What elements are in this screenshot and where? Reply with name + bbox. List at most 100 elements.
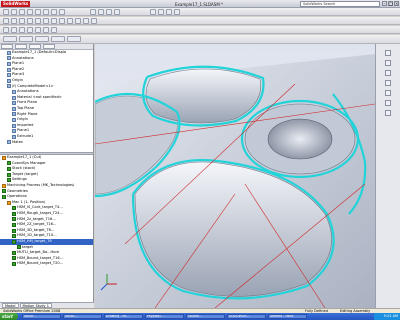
- operation-icon: [7, 161, 11, 166]
- feature-icon: [7, 84, 11, 89]
- feature-icon: [7, 56, 11, 61]
- feature-icon: [12, 123, 16, 128]
- taskbar-button[interactable]: SolidC...: [63, 314, 102, 319]
- search-pane-icon[interactable]: [385, 80, 391, 86]
- hide-show-icon[interactable]: [174, 9, 180, 15]
- maximize-button[interactable]: □: [388, 1, 393, 6]
- operation-icon: [7, 172, 11, 177]
- operation-icon: [7, 166, 11, 171]
- feature-icon: [12, 112, 16, 117]
- feature-icon: [7, 78, 11, 83]
- command-toolbar-2: [0, 17, 400, 25]
- circular-pocket: [267, 118, 333, 160]
- rectangle-icon[interactable]: [35, 18, 41, 24]
- rotate-icon[interactable]: [106, 9, 112, 15]
- operation-icon: [12, 206, 16, 211]
- open-icon[interactable]: [11, 9, 17, 15]
- feature-icon: [12, 89, 16, 94]
- configuration-tab-icon[interactable]: [29, 44, 41, 49]
- search-input[interactable]: SolidWorks Search: [300, 1, 380, 7]
- taskbar-button[interactable]: Pkygaqu...: [145, 314, 184, 319]
- taskbar-button[interactable]: SOLIDWOR...: [227, 314, 266, 319]
- appearances-icon[interactable]: [385, 100, 391, 106]
- trim-icon[interactable]: [59, 18, 65, 24]
- arc-icon[interactable]: [27, 18, 33, 24]
- close-button[interactable]: ×: [394, 1, 399, 6]
- command-toolbar-1: [0, 8, 400, 16]
- minimize-button[interactable]: –: [382, 1, 387, 6]
- cam-tab-icon[interactable]: [43, 44, 55, 49]
- circle-icon[interactable]: [19, 18, 25, 24]
- print-icon[interactable]: [27, 9, 33, 15]
- propertymanager-tab-icon[interactable]: [15, 44, 27, 49]
- options-icon[interactable]: [59, 9, 65, 15]
- taskbar-button[interactable]: Solidfo...: [186, 314, 225, 319]
- featuremanager-tab-icon[interactable]: [1, 44, 13, 49]
- operation-icon: [12, 250, 16, 255]
- windows-taskbar: start Solidr... SolidC... Drawing - Mi... P…: [0, 313, 400, 320]
- rebuild-icon[interactable]: [51, 9, 57, 15]
- cam-target-icon[interactable]: [43, 27, 49, 33]
- feature-icon: [7, 67, 11, 72]
- operation-icon: [12, 234, 16, 239]
- cam-stock-icon[interactable]: [35, 27, 41, 33]
- tab-sketch[interactable]: [35, 36, 49, 42]
- cam-tool-icon[interactable]: [27, 27, 33, 33]
- feature-icon: [7, 140, 11, 145]
- operation-icon: [7, 178, 11, 183]
- feature-tree: Example17_1 (Default<Displa Annotations Pl…: [0, 50, 93, 152]
- resources-icon[interactable]: [385, 50, 391, 56]
- tab-evaluate[interactable]: [51, 36, 65, 42]
- feature-icon: [12, 106, 16, 111]
- cam-operation-icon[interactable]: [51, 27, 57, 33]
- tab-assembly[interactable]: [3, 36, 17, 42]
- line-icon[interactable]: [11, 18, 17, 24]
- tree-item[interactable]: Mates: [0, 140, 93, 146]
- tab-office-products[interactable]: [67, 36, 81, 42]
- sketch-icon[interactable]: [3, 18, 9, 24]
- view-orientation-icon[interactable]: [150, 9, 156, 15]
- section-view-icon[interactable]: [166, 9, 172, 15]
- cam-generate-icon[interactable]: [3, 27, 9, 33]
- pan-icon[interactable]: [114, 9, 120, 15]
- design-library-icon[interactable]: [385, 60, 391, 66]
- relations-icon[interactable]: [83, 18, 89, 24]
- select-icon[interactable]: [43, 9, 49, 15]
- custom-properties-icon[interactable]: [385, 110, 391, 116]
- feature-manager-panel: Example17_1 (Default<Displa Annotations Pl…: [0, 44, 94, 308]
- taskbar-button[interactable]: untitled - Paint: [268, 314, 307, 319]
- cam-tree: Example17_1 (Cut) CoordSys Manager Stock (…: [0, 155, 93, 300]
- cam-tree-item[interactable]: HSM_Bound_target_T20...: [0, 261, 93, 267]
- cam-tree-item-label: HSM_Bound_target_T20...: [17, 261, 64, 266]
- start-button[interactable]: start: [0, 313, 18, 320]
- system-tray-clock: 9:24 AM: [374, 313, 400, 320]
- operation-icon: [2, 194, 6, 199]
- zoom-area-icon[interactable]: [98, 9, 104, 15]
- mirror-icon[interactable]: [67, 18, 73, 24]
- taskbar-button[interactable]: Solidr...: [22, 314, 61, 319]
- tree-item-label: Mates: [12, 139, 23, 144]
- save-icon[interactable]: [19, 9, 25, 15]
- solidworks-logo[interactable]: SolidWorks: [1, 1, 31, 7]
- file-explorer-icon[interactable]: [385, 70, 391, 76]
- pattern-icon[interactable]: [75, 18, 81, 24]
- view-palette-icon[interactable]: [385, 90, 391, 96]
- operation-icon: [2, 155, 6, 160]
- new-icon[interactable]: [3, 9, 9, 15]
- cam-simulate-icon[interactable]: [11, 27, 17, 33]
- taskbar-button[interactable]: Drawing - Mi...: [104, 314, 143, 319]
- repair-icon[interactable]: [91, 18, 97, 24]
- cam-gcode-icon[interactable]: [19, 27, 25, 33]
- feature-icon: [12, 129, 16, 134]
- graphics-viewport[interactable]: [95, 44, 375, 308]
- spline-icon[interactable]: [43, 18, 49, 24]
- dimension-icon[interactable]: [51, 18, 57, 24]
- undo-icon[interactable]: [35, 9, 41, 15]
- display-style-icon[interactable]: [158, 9, 164, 15]
- window-controls: – □ ×: [382, 1, 399, 6]
- operation-icon: [7, 200, 11, 205]
- operation-icon: [12, 256, 16, 261]
- tab-layout[interactable]: [19, 36, 33, 42]
- zoom-fit-icon[interactable]: [90, 9, 96, 15]
- operation-icon: [12, 222, 16, 227]
